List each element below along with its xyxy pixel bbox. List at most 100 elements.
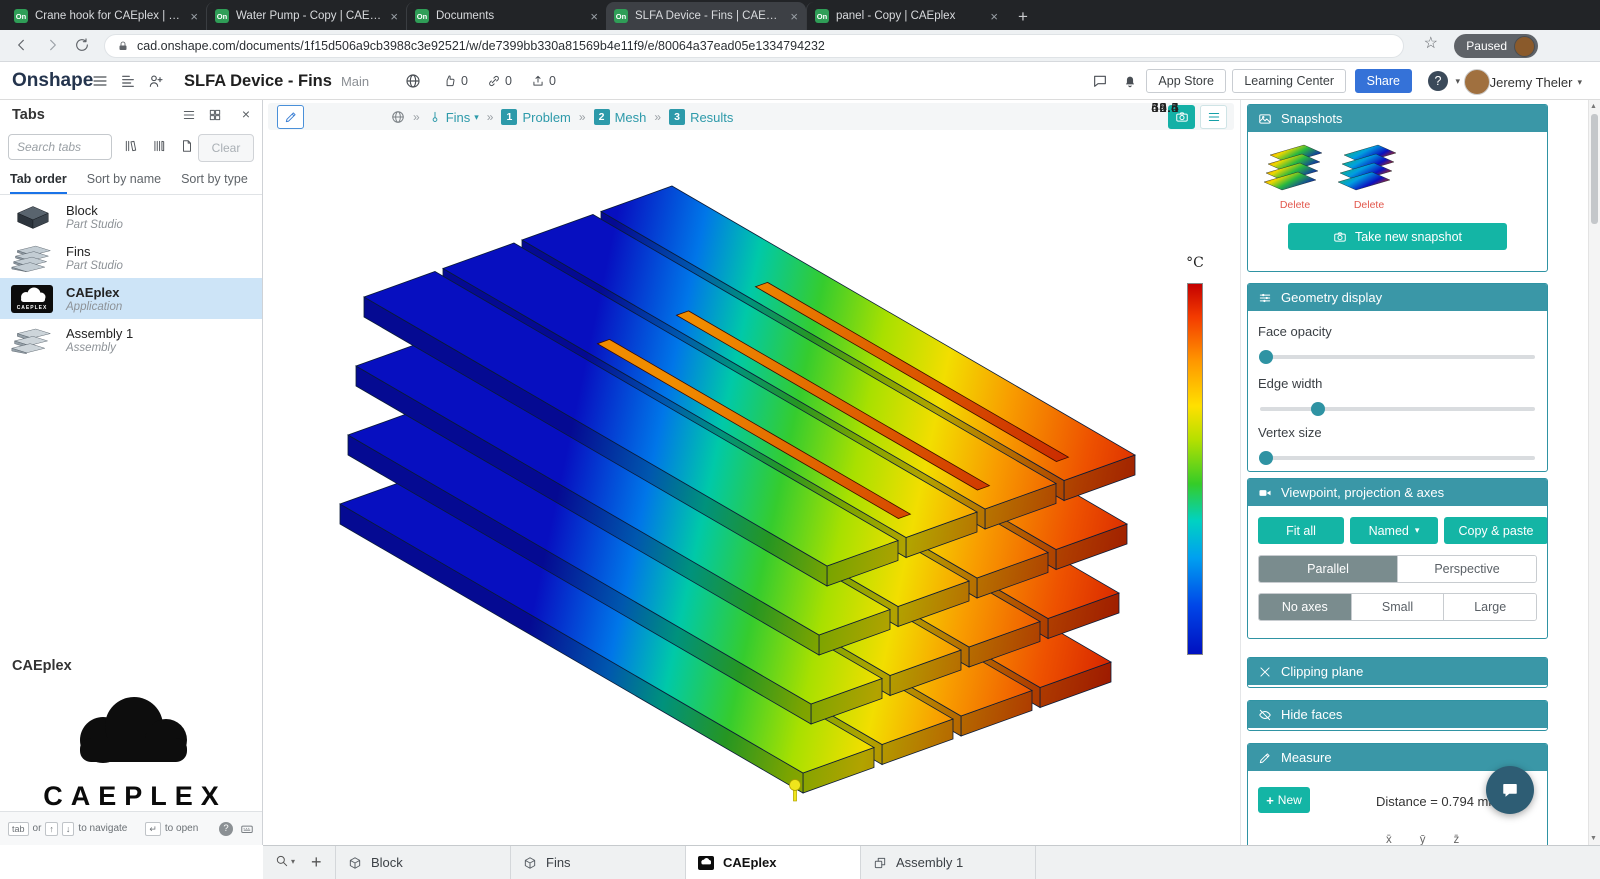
clear-search-button[interactable]: Clear (198, 134, 254, 162)
library-icon[interactable] (124, 139, 138, 153)
browser-tab-active[interactable]: On SLFA Device - Fins | CAEplex × (606, 2, 806, 30)
close-panel-icon[interactable]: × (242, 106, 250, 122)
help-button[interactable]: ? (1428, 71, 1448, 91)
comments-icon[interactable] (1092, 73, 1108, 89)
browser-tab[interactable]: On Water Pump - Copy | CAEple × (206, 2, 406, 30)
sort-by-name[interactable]: Sort by name (87, 166, 161, 194)
delete-snapshot-link[interactable]: Delete (1262, 199, 1328, 211)
sort-tab-order[interactable]: Tab order (10, 166, 67, 194)
viewpoint-header[interactable]: Viewpoint, projection & axes (1248, 479, 1547, 506)
share-user-icon[interactable] (148, 73, 164, 89)
small-axes-option[interactable]: Small (1351, 594, 1444, 620)
element-tab-assembly[interactable]: Assembly 1 (861, 846, 1036, 879)
clipping-icon (1258, 665, 1272, 679)
large-axes-option[interactable]: Large (1443, 594, 1536, 620)
hide-faces-header[interactable]: Hide faces (1248, 701, 1547, 728)
address-bar[interactable]: cad.onshape.com/documents/1f15d506a9cb39… (104, 34, 1404, 58)
sidebar-item-block[interactable]: BlockPart Studio (0, 196, 262, 237)
perspective-option[interactable]: Perspective (1397, 556, 1536, 582)
onshape-logo[interactable]: Onshape (12, 70, 93, 92)
browser-tab[interactable]: On Documents × (406, 2, 606, 30)
documents-icon[interactable] (152, 139, 166, 153)
workspace-label[interactable]: Main (341, 74, 369, 89)
export-count[interactable]: 0 (531, 74, 556, 88)
tab-close-icon[interactable]: × (390, 10, 398, 23)
sidebar-item-caeplex[interactable]: CAEPLEX CAEplexApplication (0, 278, 262, 319)
step-results[interactable]: 3 Results (669, 109, 733, 125)
panel-scrollbar[interactable]: ▲ ▼ (1588, 100, 1600, 845)
element-tab-fins[interactable]: Fins (511, 846, 686, 879)
delete-snapshot-link[interactable]: Delete (1336, 199, 1402, 211)
new-tab-button[interactable]: + (1018, 8, 1028, 25)
geometry-display-header[interactable]: Geometry display (1248, 284, 1547, 311)
bookmark-star-icon[interactable]: ☆ (1424, 36, 1438, 52)
3d-viewport[interactable]: » Fins ▾ » 1 Problem » 2 Mesh » 3 Result… (263, 100, 1240, 845)
blank-page-icon[interactable] (180, 139, 194, 153)
forward-icon[interactable] (44, 37, 60, 53)
sort-by-type[interactable]: Sort by type (181, 166, 248, 194)
step-mesh[interactable]: 2 Mesh (594, 109, 647, 125)
links-count[interactable]: 0 (487, 74, 512, 88)
app-store-button[interactable]: App Store (1146, 69, 1226, 93)
user-menu[interactable]: Jeremy Theler ▾ (1490, 75, 1582, 90)
search-tabs-input[interactable] (8, 134, 112, 160)
no-axes-option[interactable]: No axes (1259, 594, 1351, 620)
reload-icon[interactable] (74, 37, 90, 53)
browser-tab[interactable]: On panel - Copy | CAEplex × (806, 2, 1006, 30)
new-measure-button[interactable]: + New (1258, 787, 1310, 813)
clipping-plane-header[interactable]: Clipping plane (1248, 658, 1547, 685)
face-opacity-slider[interactable] (1260, 350, 1535, 364)
copy-paste-button[interactable]: Copy & paste (1444, 517, 1548, 544)
main-menu-icon[interactable] (92, 73, 108, 89)
breadcrumb-entity[interactable]: Fins ▾ (428, 110, 479, 125)
take-new-snapshot-button[interactable]: Take new snapshot (1288, 223, 1507, 250)
document-title: SLFA Device - Fins (184, 72, 332, 91)
slider-handle[interactable] (1259, 451, 1273, 465)
fit-all-button[interactable]: Fit all (1258, 517, 1344, 544)
globe-small-icon[interactable] (391, 110, 405, 124)
tab-close-icon[interactable]: × (590, 10, 598, 23)
vertex-size-slider[interactable] (1260, 451, 1535, 465)
slider-handle[interactable] (1311, 402, 1325, 416)
parallel-option[interactable]: Parallel (1259, 556, 1397, 582)
scroll-up-icon[interactable]: ▲ (1590, 103, 1597, 110)
notifications-bell-icon[interactable] (1122, 73, 1138, 89)
tab-finder-icon[interactable]: ▾ (275, 854, 295, 868)
list-view-icon[interactable] (182, 108, 196, 122)
paused-profile-chip[interactable]: Paused (1454, 34, 1538, 58)
element-tab-caeplex[interactable]: CAEplex (686, 846, 861, 879)
tab-close-icon[interactable]: × (790, 10, 798, 23)
step-problem[interactable]: 1 Problem (501, 109, 570, 125)
named-views-button[interactable]: Named ▾ (1350, 517, 1438, 544)
edge-width-slider[interactable] (1260, 402, 1535, 416)
user-avatar[interactable] (1464, 69, 1490, 95)
document-outline-icon[interactable] (120, 73, 136, 89)
back-icon[interactable] (14, 37, 30, 53)
learning-center-button[interactable]: Learning Center (1232, 69, 1346, 93)
chat-widget-button[interactable] (1486, 766, 1534, 814)
help-hint-icon[interactable]: ? (219, 822, 233, 836)
snapshots-header[interactable]: Snapshots (1248, 105, 1547, 132)
assembly-thumbnail-icon (8, 325, 56, 355)
globe-icon[interactable] (405, 73, 421, 89)
snapshot-thumbnail[interactable] (1262, 139, 1328, 195)
sidebar-item-assembly[interactable]: Assembly 1Assembly (0, 319, 262, 360)
edit-button[interactable] (277, 105, 304, 129)
panel-menu-button[interactable] (1200, 105, 1227, 129)
snapshot-thumbnail[interactable] (1336, 139, 1402, 195)
likes-count[interactable]: 0 (443, 74, 468, 88)
element-tab-block[interactable]: Block (336, 846, 511, 879)
fea-result-model[interactable] (263, 100, 1240, 845)
scroll-down-icon[interactable]: ▼ (1590, 835, 1597, 842)
browser-tab[interactable]: On Crane hook for CAEplex | CAE × (6, 2, 206, 30)
tab-close-icon[interactable]: × (990, 10, 998, 23)
grid-view-icon[interactable] (208, 108, 222, 122)
slider-handle[interactable] (1259, 350, 1273, 364)
add-element-button[interactable]: + (311, 851, 322, 873)
vertex-size-label: Vertex size (1258, 425, 1322, 440)
scrollbar-thumb[interactable] (1591, 114, 1598, 224)
share-button[interactable]: Share (1355, 69, 1412, 93)
keyboard-icon[interactable] (240, 822, 254, 836)
tab-close-icon[interactable]: × (190, 10, 198, 23)
sidebar-item-fins[interactable]: FinsPart Studio (0, 237, 262, 278)
